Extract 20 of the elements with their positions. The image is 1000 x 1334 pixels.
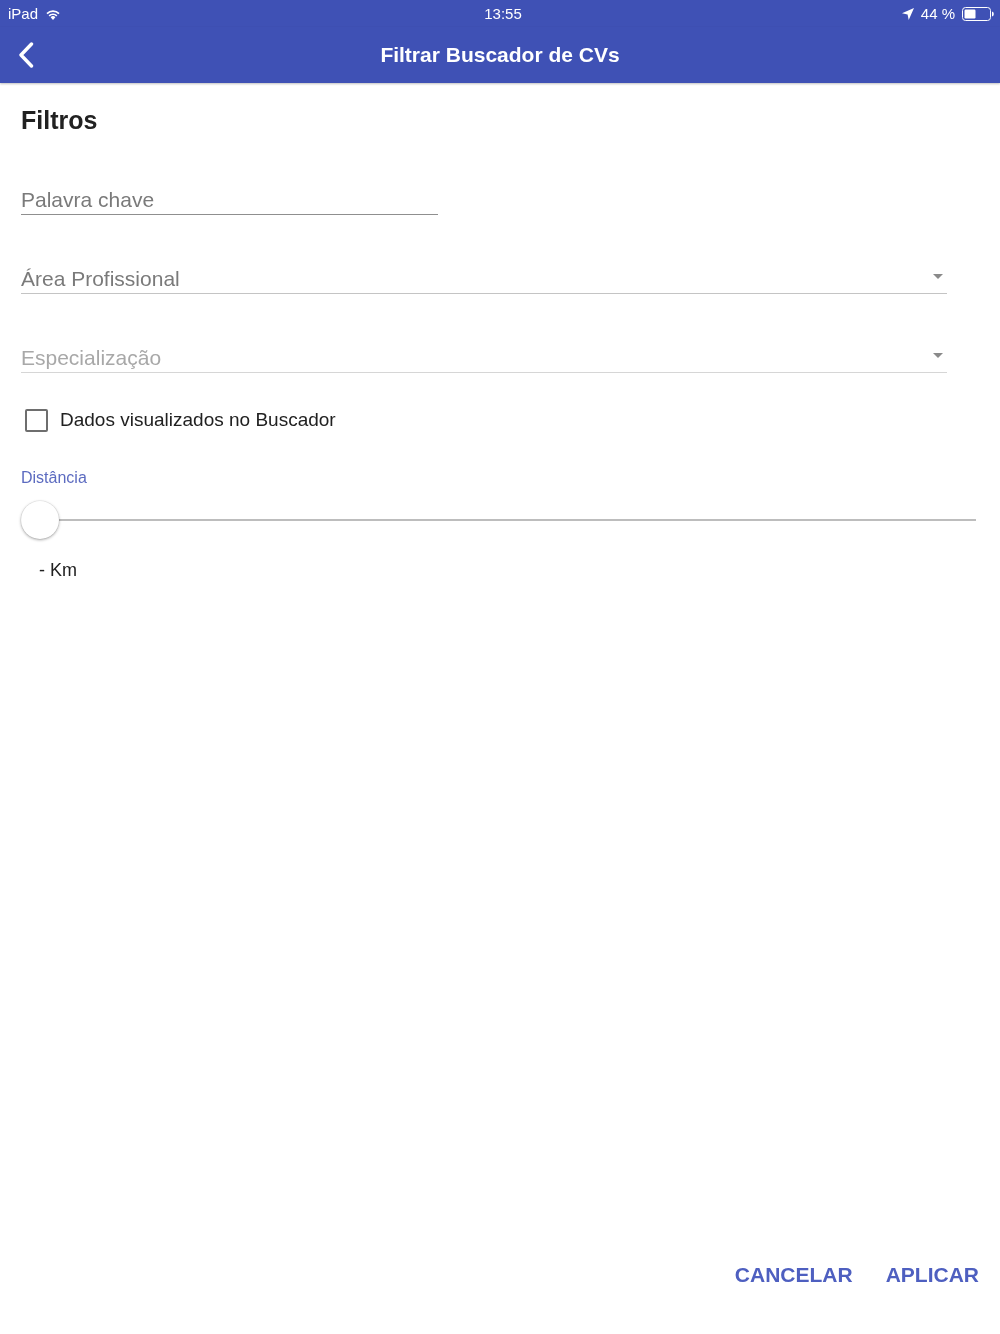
dropdown-caret-icon: [933, 273, 943, 279]
cancel-button[interactable]: CANCELAR: [734, 1262, 853, 1288]
battery-percentage: 44 %: [920, 4, 955, 23]
checkbox-label: Dados visualizados no Buscador: [60, 408, 336, 432]
checkbox[interactable]: [25, 408, 48, 432]
device-name: iPad: [8, 4, 39, 23]
back-chevron-icon: [18, 42, 34, 68]
section-title: Filtros: [21, 105, 98, 135]
location-arrow-icon: [901, 7, 914, 20]
status-time: 13:55: [484, 4, 522, 23]
slider-thumb[interactable]: [21, 501, 59, 539]
apply-button[interactable]: APLICAR: [885, 1262, 979, 1288]
battery-icon: [962, 6, 994, 21]
dropdown-caret-icon: [933, 352, 943, 358]
dropdown-field[interactable]: Área Profissional: [21, 267, 947, 294]
wifi-icon: [46, 7, 61, 20]
distance-reading: - Km: [39, 559, 77, 581]
slider-label: Distância: [21, 468, 87, 487]
input-field[interactable]: Palavra chave: [21, 188, 438, 215]
screen-title: Filtrar Buscador de CVs: [380, 42, 620, 68]
